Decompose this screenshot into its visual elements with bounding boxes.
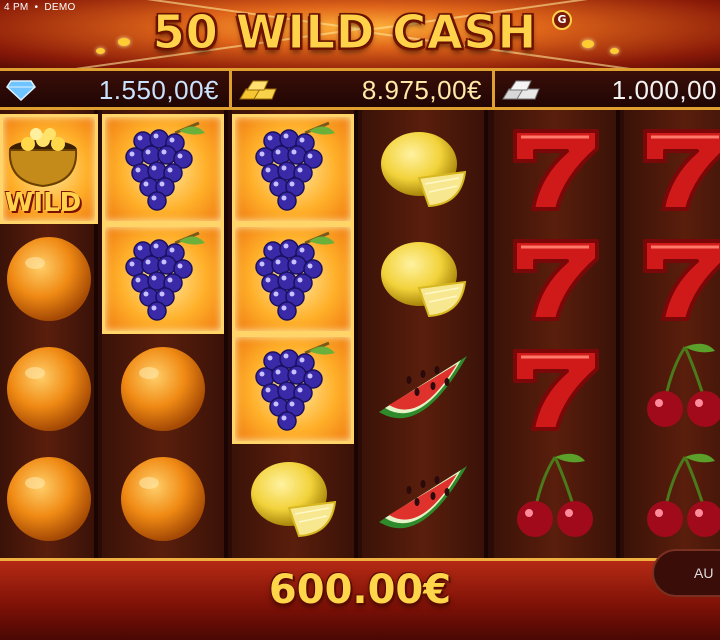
lemon-symbol-icon [373, 122, 473, 216]
status-time: 4 PM [4, 2, 29, 13]
status-bar: 4 PM • DEMO [4, 2, 76, 13]
game-badge: G [552, 10, 572, 30]
jackpot-diamond: 1.550,00€ [0, 71, 232, 107]
grapes-symbol-icon [243, 339, 343, 439]
reel-5-cell-3 [494, 334, 616, 444]
jackpot-silver: 1.000,00 [495, 71, 720, 107]
reel-6-cell-3 [624, 334, 720, 444]
gold-bars-icon [239, 80, 277, 100]
reel-4-cell-3 [362, 334, 484, 444]
reel-1-cell-2 [0, 224, 98, 334]
diamond-icon [6, 80, 36, 101]
orange-symbol-icon [1, 449, 97, 549]
seven-symbol-icon [505, 117, 605, 221]
wild-symbol-icon: WILD [0, 120, 98, 218]
status-mode: DEMO [44, 2, 76, 13]
cherries-symbol-icon [635, 449, 720, 549]
grapes-symbol-icon [243, 119, 343, 219]
grapes-symbol-icon [243, 229, 343, 329]
watermelon-symbol-icon [371, 452, 475, 546]
seven-symbol-icon [505, 337, 605, 441]
reel-5-cell-1 [494, 114, 616, 224]
reel-3 [232, 110, 358, 558]
jackpot-silver-value: 1.000,00 [611, 75, 717, 105]
seven-symbol-icon [635, 227, 720, 331]
reel-6 [624, 110, 720, 558]
reel-2-cell-2 [102, 224, 224, 334]
win-amount: 600.00€ [268, 567, 452, 613]
reel-6-cell-2 [624, 224, 720, 334]
reel-4 [362, 110, 488, 558]
reel-2-cell-4 [102, 444, 224, 554]
seven-symbol-icon [505, 227, 605, 331]
orange-symbol-icon [1, 339, 97, 439]
reel-4-cell-2 [362, 224, 484, 334]
reel-1: WILD [0, 110, 98, 558]
wild-label: WILD [4, 188, 82, 218]
jackpot-bar: 1.550,00€ 8.975,00€ 1.000,00 [0, 68, 720, 110]
auto-play-button[interactable]: AU [652, 549, 720, 597]
jackpot-gold: 8.975,00€ [232, 71, 495, 107]
lemon-symbol-icon [373, 232, 473, 326]
orange-symbol-icon [1, 229, 97, 329]
reel-3-cell-4 [232, 444, 354, 554]
reel-2-cell-3 [102, 334, 224, 444]
jackpot-gold-value: 8.975,00€ [361, 75, 482, 105]
reel-2-cell-1 [102, 114, 224, 224]
reel-6-cell-4 [624, 444, 720, 554]
reel-1-cell-3 [0, 334, 98, 444]
game-title: 50 WILD CASH [152, 5, 538, 60]
reel-1-cell-1: WILD [0, 114, 98, 224]
grapes-symbol-icon [113, 229, 213, 329]
reel-4-cell-4 [362, 444, 484, 554]
cherries-symbol-icon [635, 339, 720, 439]
bottom-bar: 600.00€ AU [0, 549, 720, 640]
silver-bars-icon [502, 80, 540, 100]
grapes-symbol-icon [113, 119, 213, 219]
orange-symbol-icon [115, 449, 211, 549]
jackpot-diamond-value: 1.550,00€ [98, 75, 219, 105]
reels-area: WILD [0, 110, 720, 558]
reel-1-cell-4 [0, 444, 98, 554]
reel-3-cell-2 [232, 224, 354, 334]
reel-2 [102, 110, 228, 558]
lemon-symbol-icon [243, 452, 343, 546]
reel-5 [494, 110, 620, 558]
watermelon-symbol-icon [371, 342, 475, 436]
reel-3-cell-1 [232, 114, 354, 224]
reel-5-cell-4 [494, 444, 616, 554]
seven-symbol-icon [635, 117, 720, 221]
reel-4-cell-1 [362, 114, 484, 224]
reel-5-cell-2 [494, 224, 616, 334]
header: 4 PM • DEMO 50 WILD CASH G [0, 0, 720, 68]
reel-6-cell-1 [624, 114, 720, 224]
reel-3-cell-3 [232, 334, 354, 444]
cherries-symbol-icon [505, 449, 605, 549]
orange-symbol-icon [115, 339, 211, 439]
